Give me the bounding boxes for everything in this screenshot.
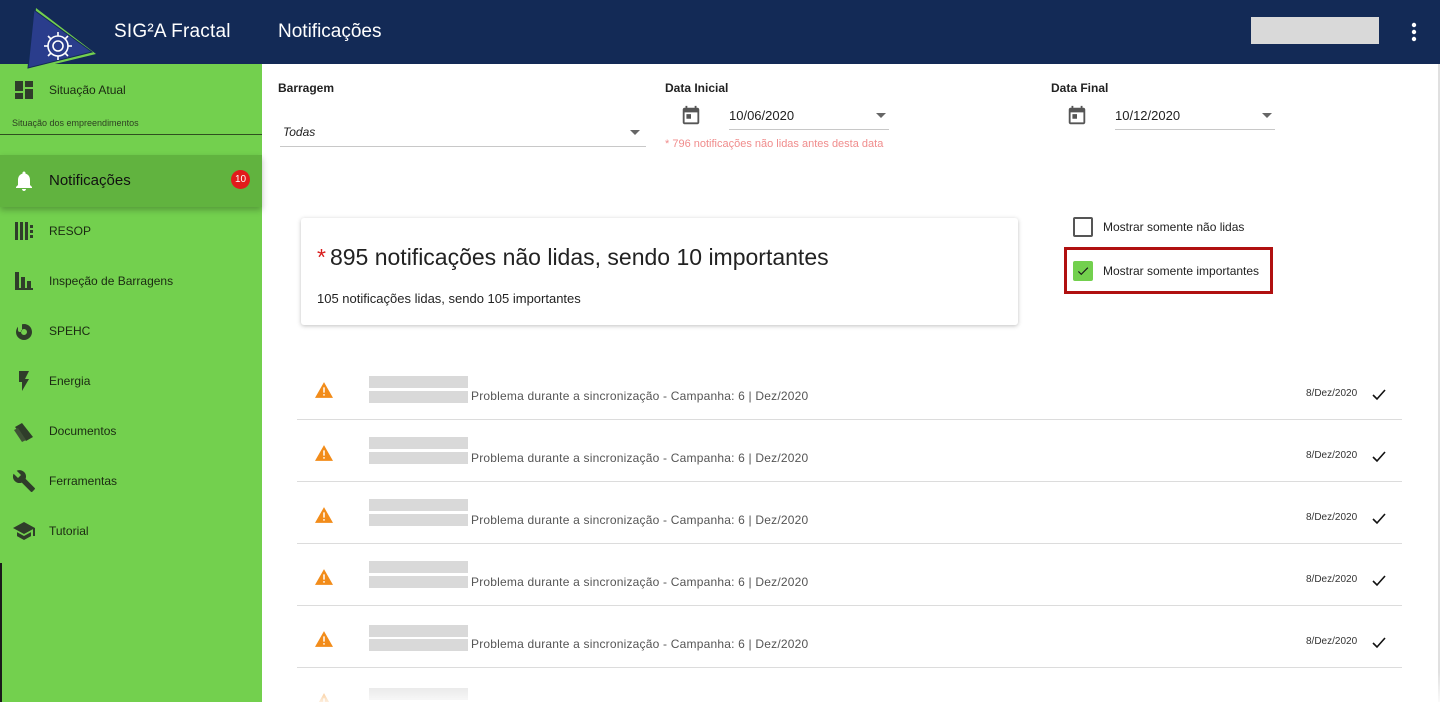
graduation-cap-icon [13, 522, 35, 540]
only-unread-label: Mostrar somente não lidas [1103, 220, 1245, 234]
window-edge [0, 563, 2, 702]
notification-date: 8/Dez/2020 [1306, 512, 1358, 523]
notification-text: Problema durante a sincronização - Campa… [471, 389, 809, 403]
sidebar-item-label: Energia [49, 374, 91, 388]
chevron-down-icon [876, 113, 886, 118]
unread-summary: * 895 notificações não lidas, sendo 10 im… [317, 244, 829, 271]
sidebar-item-label: Notificações [49, 172, 131, 189]
wrench-icon [12, 470, 35, 492]
mark-read-check-icon[interactable] [1372, 575, 1386, 587]
sidebar-item-spehc[interactable]: SPEHC [0, 319, 262, 343]
notification-date: 8/Dez/2020 [1306, 388, 1358, 399]
warning-icon [315, 569, 333, 585]
sidebar-item-label: Tutorial [49, 524, 89, 538]
select-underline [280, 146, 646, 147]
calendar-icon[interactable] [1066, 105, 1088, 127]
notification-text: Problema durante a sincronização - Campa… [471, 451, 809, 465]
app-title: SIG²A Fractal [114, 21, 231, 42]
unread-before-date-hint: * 796 notificações não lidas antes desta… [665, 138, 884, 150]
notification-text: Problema durante a sincronização - Campa… [471, 637, 809, 651]
checkbox-unchecked[interactable] [1073, 217, 1093, 237]
documents-icon [14, 423, 33, 442]
summary-card: * 895 notificações não lidas, sendo 10 im… [301, 218, 1018, 325]
read-summary: 105 notificações lidas, sendo 105 import… [317, 291, 581, 306]
sidebar-subtitle: Situação dos empreendimentos [12, 118, 139, 128]
sidebar-item-inspecao[interactable]: Inspeção de Barragens [0, 269, 262, 293]
sidebar-item-resop[interactable]: RESOP [0, 219, 262, 243]
scroll-fade [262, 672, 1440, 702]
inspection-icon [15, 272, 33, 290]
calendar-icon[interactable] [680, 105, 702, 127]
highlight-box [1064, 247, 1273, 294]
notification-date: 8/Dez/2020 [1306, 450, 1358, 461]
sidebar-item-label: Documentos [49, 424, 117, 438]
app-logo[interactable] [26, 6, 102, 72]
warning-icon [315, 631, 333, 647]
sidebar-item-label: Inspeção de Barragens [49, 274, 174, 288]
notification-row[interactable]: Problema durante a sincronização - Campa… [297, 358, 1402, 420]
redacted-subtitle [369, 576, 468, 588]
redacted-title [369, 499, 468, 511]
notification-row[interactable]: Problema durante a sincronização - Campa… [297, 544, 1402, 606]
redacted-title [369, 376, 468, 388]
notification-row[interactable]: Problema durante a sincronização - Campa… [297, 420, 1402, 482]
notification-date: 8/Dez/2020 [1306, 574, 1358, 585]
redacted-subtitle [369, 391, 468, 403]
notification-text: Problema durante a sincronização - Campa… [471, 513, 809, 527]
data-final-value: 10/12/2020 [1115, 108, 1181, 123]
sidebar-item-ferramentas[interactable]: Ferramentas [0, 469, 262, 493]
select-underline [1115, 129, 1275, 130]
sidebar-item-notificacoes[interactable]: Notificações 10 [0, 155, 262, 207]
mark-read-check-icon[interactable] [1372, 513, 1386, 525]
dashboard-icon [15, 81, 33, 99]
top-app-bar: SIG²A Fractal Notificações [0, 0, 1440, 64]
sidebar-item-tutorial[interactable]: Tutorial [0, 519, 262, 543]
spehc-icon [16, 323, 33, 340]
data-inicial-label: Data Inicial [665, 81, 729, 95]
redacted-subtitle [369, 639, 468, 651]
sidebar-item-energia[interactable]: Energia [0, 369, 262, 393]
notification-text: Problema durante a sincronização - Campa… [471, 575, 809, 589]
resop-icon [15, 222, 33, 240]
sidebar-item-label: Situação Atual [49, 83, 126, 97]
unread-summary-text: 895 notificações não lidas, sendo 10 imp… [329, 244, 829, 270]
data-inicial-value: 10/06/2020 [729, 108, 795, 123]
chevron-down-icon [1262, 113, 1272, 118]
sidebar: Situação Atual Situação dos empreendimen… [0, 64, 262, 702]
barragem-value: Todas [283, 125, 316, 139]
mark-read-check-icon[interactable] [1372, 637, 1386, 649]
notification-count-badge: 10 [231, 170, 250, 189]
notification-row[interactable]: Problema durante a sincronização - Campa… [297, 482, 1402, 544]
mark-read-check-icon[interactable] [1372, 389, 1386, 401]
redacted-subtitle [369, 514, 468, 526]
barragem-label: Barragem [278, 81, 335, 95]
divider [0, 134, 262, 135]
redacted-title [369, 437, 468, 449]
warning-icon [315, 382, 333, 398]
user-name-placeholder[interactable] [1251, 17, 1379, 44]
redacted-title [369, 625, 468, 637]
required-star: * [317, 244, 326, 270]
lightning-icon [19, 371, 29, 391]
page-title: Notificações [278, 21, 382, 42]
notification-row[interactable]: Problema durante a sincronização - Campa… [297, 606, 1402, 668]
select-underline [729, 129, 889, 130]
redacted-title [369, 561, 468, 573]
redacted-subtitle [369, 452, 468, 464]
more-vert-icon[interactable] [1404, 20, 1424, 44]
warning-icon [315, 445, 333, 461]
sidebar-item-label: SPEHC [49, 324, 91, 338]
notification-date: 8/Dez/2020 [1306, 636, 1358, 647]
sidebar-item-label: RESOP [49, 224, 92, 238]
warning-icon [315, 507, 333, 523]
sidebar-item-label: Ferramentas [49, 474, 118, 488]
chevron-down-icon [630, 130, 640, 135]
data-final-label: Data Final [1051, 81, 1109, 95]
mark-read-check-icon[interactable] [1372, 451, 1386, 463]
sidebar-item-documentos[interactable]: Documentos [0, 419, 262, 443]
sidebar-item-situacao-atual[interactable]: Situação Atual [0, 78, 262, 102]
bell-icon [16, 171, 32, 191]
